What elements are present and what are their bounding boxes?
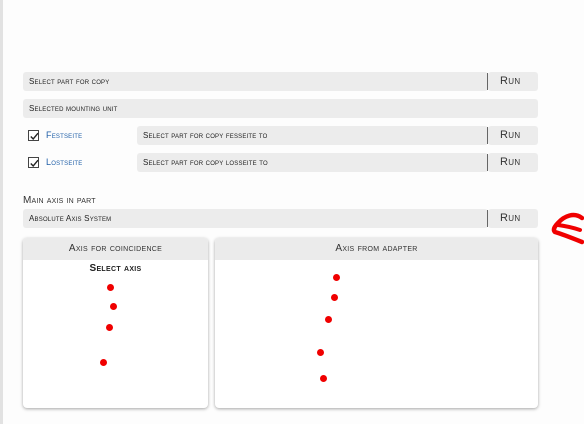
festseite-checkbox[interactable] [28,130,39,141]
annotation-dot [331,294,338,301]
festseite-label[interactable]: Festseite [46,129,82,142]
run-separator [487,154,488,171]
main-axis-section-label: Main axis in part [23,195,96,206]
selected-mounting-unit-field[interactable]: Selected mounting unit [23,99,538,118]
run-button-select-part[interactable]: Run [500,72,520,91]
annotation-dot [333,274,340,281]
run-button-festseite[interactable]: Run [500,126,520,145]
run-separator [487,127,488,144]
annotation-dot [320,375,327,382]
annotation-dot [100,359,107,366]
run-button-main-axis[interactable]: Run [500,209,520,228]
checkmark-icon [30,132,39,141]
axis-from-adapter-panel: Axis from adapter [215,238,538,408]
annotation-dot [317,349,324,356]
panel-header: Axis from adapter [215,238,538,260]
annotation-dot [110,303,117,310]
red-arrow-annotation-icon [551,212,584,245]
run-separator [487,210,488,227]
checkmark-icon [30,159,39,168]
select-part-fesseite-field[interactable]: Select part for copy fesseite to [137,126,488,145]
annotation-dot [107,284,114,291]
select-axis-label[interactable]: Select axis [23,263,208,274]
select-part-losseite-field[interactable]: Select part for copy losseite to [137,153,488,172]
lostseite-label[interactable]: Lostseite [46,156,82,169]
run-separator [487,73,488,90]
annotation-dot [325,316,332,323]
lostseite-checkbox[interactable] [28,157,39,168]
select-part-for-copy-field[interactable]: Select part for copy [23,72,488,91]
absolute-axis-system-field[interactable]: Absolute Axis System [23,209,488,228]
axis-for-coincidence-panel: Axis for coincidence Select axis [23,238,208,408]
annotation-dot [106,324,113,331]
panel-header: Axis for coincidence [23,238,208,260]
run-button-lostseite[interactable]: Run [500,153,520,172]
window-left-edge [0,0,3,424]
